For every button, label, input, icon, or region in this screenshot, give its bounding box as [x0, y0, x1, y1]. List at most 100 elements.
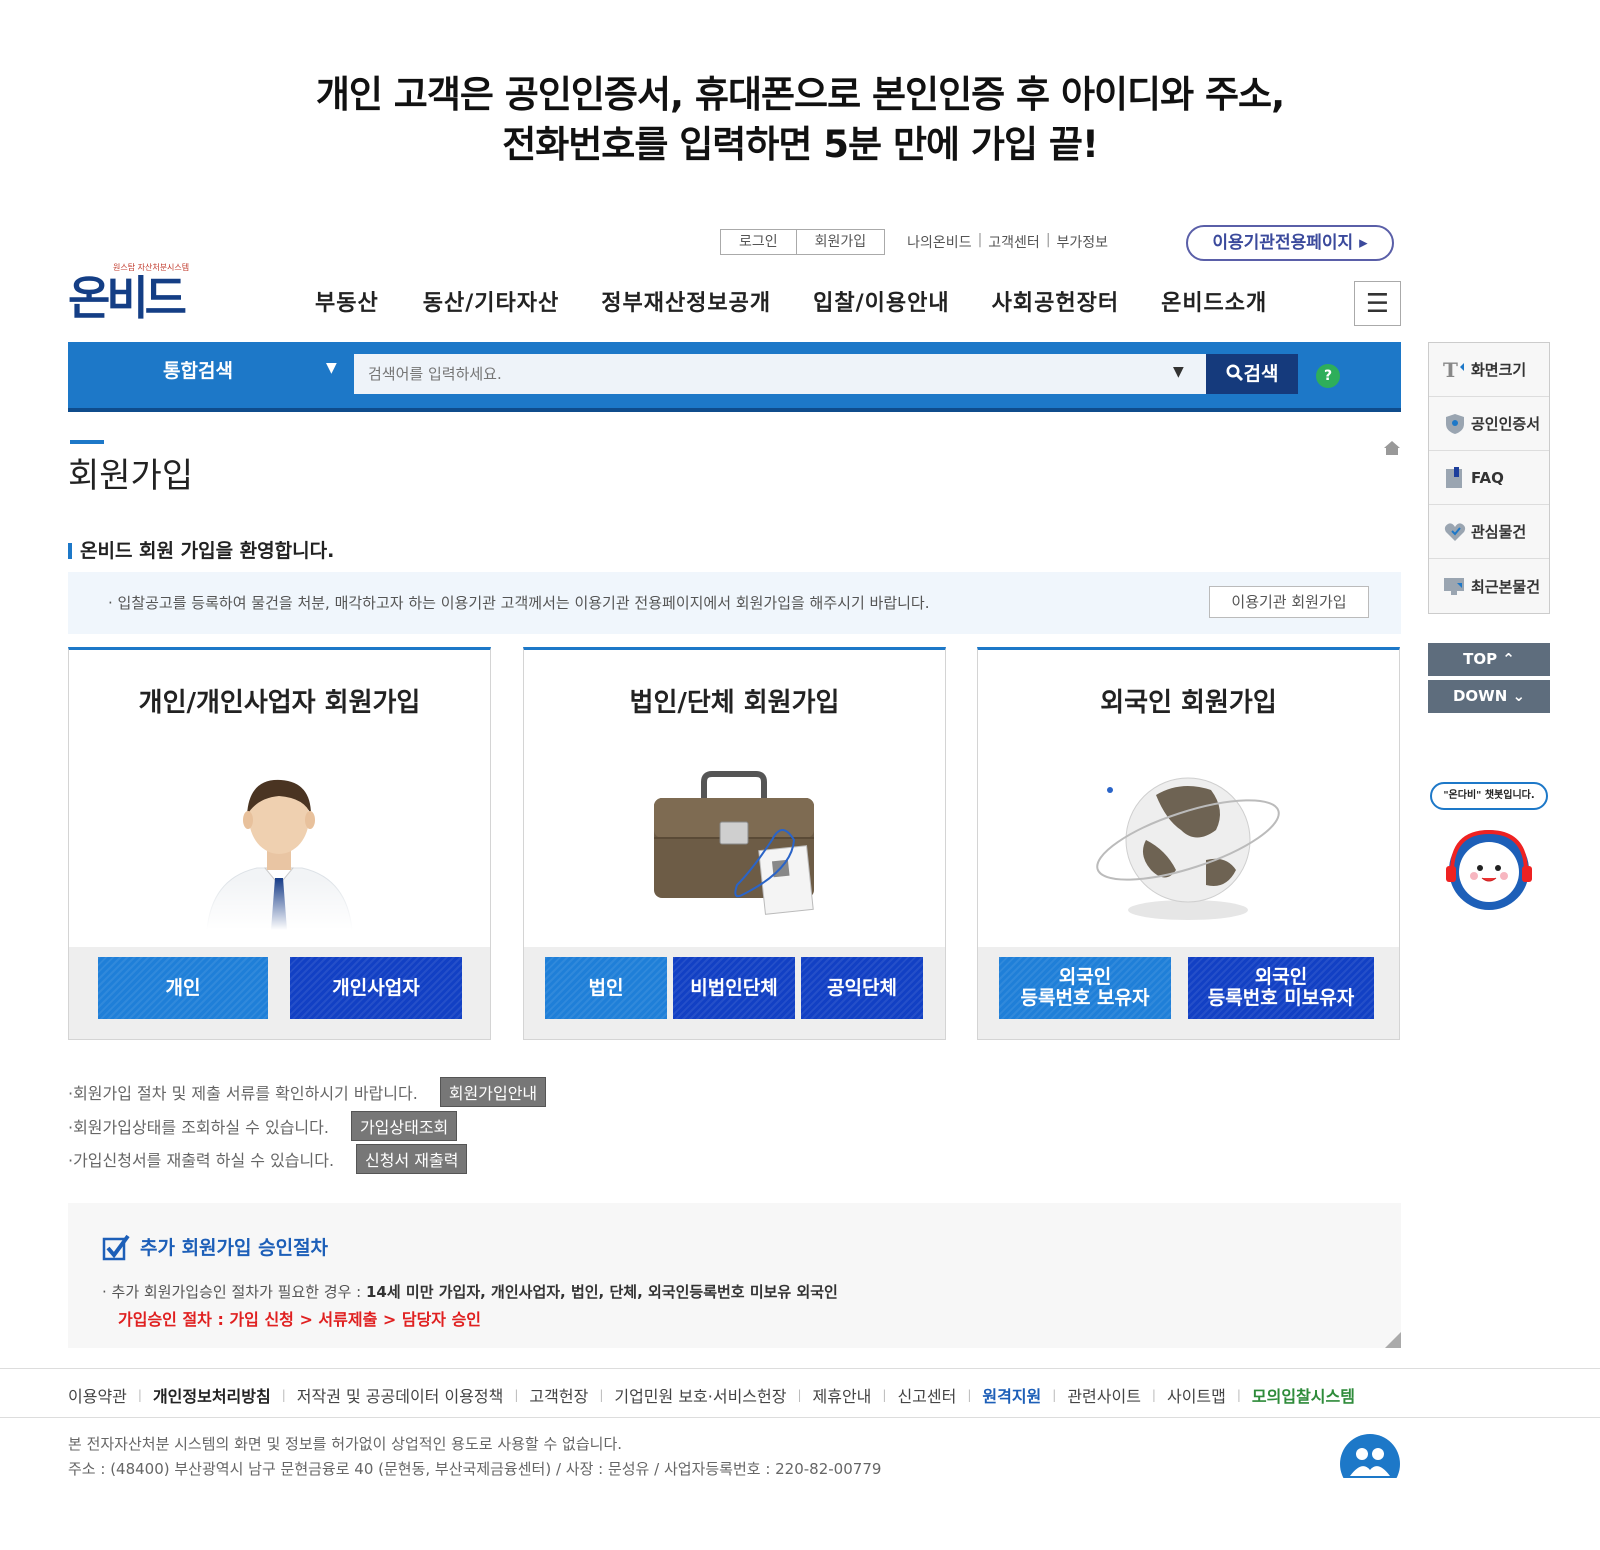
card-buttons: 개인 개인사업자 [69, 947, 490, 1039]
additional-approval-title: 추가 회원가입 승인절차 [140, 1237, 329, 1259]
customer-center-link[interactable]: 고객센터 [988, 232, 1040, 252]
card-title: 개인/개인사업자 회원가입 [138, 688, 421, 718]
info-text: ·회원가입상태를 조회하실 수 있습니다. [68, 1118, 329, 1137]
org-join-button[interactable]: 이용기관 회원가입 [1209, 586, 1369, 618]
additional-approval-desc: · 추가 회원가입승인 절차가 필요한 경우 : 14세 미만 가입자, 개인사… [102, 1283, 838, 1301]
quick-menu: T 화면크기 공인인증서 FAQ 관심물건 최근본물건 [1428, 342, 1550, 614]
public-interest-group-button[interactable]: 공익단체 [801, 957, 923, 1019]
card-individual: 개인/개인사업자 회원가입 개인 개인사업자 [68, 647, 491, 1040]
corporation-button[interactable]: 법인 [545, 957, 667, 1019]
main-nav: 부동산 동산/기타자산 정부재산정보공개 입찰/이용안내 사회공헌장터 온비드소… [315, 285, 1267, 317]
footer-link-charter[interactable]: 고객헌장 [529, 1383, 588, 1407]
heart-check-icon [1443, 521, 1467, 543]
headline-line1: 개인 고객은 공인인증서, 휴대폰으로 본인인증 후 아이디와 주소, [315, 73, 1285, 116]
quick-recent[interactable]: 최근본물건 [1429, 559, 1549, 613]
welcome-heading: 온비드 회원 가입을 환영합니다. [68, 536, 334, 563]
book-icon [1443, 466, 1467, 489]
card-buttons: 법인 비법인단체 공익단체 [524, 947, 945, 1039]
hamburger-menu-icon[interactable]: ☰ [1354, 281, 1401, 326]
individual-business-button[interactable]: 개인사업자 [290, 957, 462, 1019]
org-page-button[interactable]: 이용기관전용페이지 ▸ [1186, 225, 1394, 261]
info-line-reprint: ·가입신청서를 재출력 하실 수 있습니다. 신청서 재출력 [68, 1144, 468, 1174]
reprint-application-button[interactable]: 신청서 재출력 [356, 1144, 468, 1174]
footer-link-terms[interactable]: 이용약관 [68, 1383, 127, 1407]
util-links: 나의온비드 | 고객센터 | 부가정보 [907, 232, 1109, 252]
kamco-logo-icon [1340, 1434, 1400, 1478]
approval-steps: 가입승인 절차 : 가입 신청 > 서류제출 > 담당자 승인 [118, 1310, 482, 1329]
nav-social-market[interactable]: 사회공헌장터 [992, 285, 1119, 317]
search-input[interactable] [354, 354, 1206, 394]
quick-faq[interactable]: FAQ [1429, 451, 1549, 505]
checkbox-check-icon [102, 1234, 130, 1261]
card-title: 법인/단체 회원가입 [629, 688, 840, 718]
quick-interest[interactable]: 관심물건 [1429, 505, 1549, 559]
onbid-logo[interactable]: 온비드 원스탑 자산처분시스템 [68, 258, 200, 325]
login-join-box: 로그인 회원가입 [720, 229, 886, 255]
footer-link-copyright[interactable]: 저작권 및 공공데이터 이용정책 [297, 1383, 504, 1407]
join-guide-button[interactable]: 회원가입안내 [439, 1077, 547, 1107]
individual-button[interactable]: 개인 [98, 957, 268, 1019]
org-notice-box: · 입찰공고를 등록하여 물건을 처분, 매각하고자 하는 이용기관 고객께서는… [68, 572, 1401, 634]
unincorporated-group-button[interactable]: 비법인단체 [673, 957, 795, 1019]
card-corporation: 법인/단체 회원가입 법인 비법인단체 공익단체 [523, 647, 946, 1040]
card-buttons: 외국인 등록번호 보유자 외국인 등록번호 미보유자 [978, 947, 1399, 1039]
footer-link-report[interactable]: 신고센터 [897, 1383, 956, 1407]
logo-subtext: 원스탑 자산처분시스템 [113, 263, 190, 272]
footer-link-partnership[interactable]: 제휴안내 [813, 1383, 872, 1407]
search-icon [1226, 364, 1243, 382]
footer-link-privacy[interactable]: 개인정보처리방침 [153, 1383, 271, 1407]
join-status-button[interactable]: 가입상태조회 [350, 1111, 458, 1141]
scroll-top-button[interactable]: TOP ⌃ [1428, 643, 1550, 676]
org-notice-text: · 입찰공고를 등록하여 물건을 처분, 매각하고자 하는 이용기관 고객께서는… [108, 594, 930, 612]
company-address: 주소 : (48400) 부산광역시 남구 문현금융로 40 (문현동, 부산국… [68, 1460, 882, 1478]
search-button[interactable]: 검색 [1206, 354, 1298, 394]
search-dropdown-icon[interactable]: ▼ [1173, 364, 1184, 380]
search-category-select[interactable]: 통합검색 [163, 356, 233, 383]
home-icon[interactable] [1384, 441, 1400, 455]
chatbot-mascot-icon [1446, 829, 1532, 910]
info-line-status: ·회원가입상태를 조회하실 수 있습니다. 가입상태조회 [68, 1111, 458, 1141]
footer-link-mock-bid[interactable]: 모의입찰시스템 [1252, 1383, 1355, 1407]
nav-about[interactable]: 온비드소개 [1161, 285, 1267, 317]
nav-bidding-guide[interactable]: 입찰/이용안내 [813, 285, 949, 317]
info-line-guide: ·회원가입 절차 및 제출 서류를 확인하시기 바랍니다. 회원가입안내 [68, 1077, 547, 1107]
nav-movables[interactable]: 동산/기타자산 [423, 285, 559, 317]
chevron-down-icon[interactable]: ▼ [326, 360, 337, 376]
quick-certificate[interactable]: 공인인증서 [1429, 397, 1549, 451]
my-onbid-link[interactable]: 나의온비드 [907, 232, 971, 252]
footer-link-sitemap[interactable]: 사이트맵 [1167, 1383, 1226, 1407]
scroll-down-button[interactable]: DOWN ⌄ [1428, 680, 1550, 713]
join-link[interactable]: 회원가입 [795, 230, 885, 254]
person-icon [177, 760, 382, 930]
monitor-icon [1443, 575, 1467, 597]
font-size-icon: T [1443, 358, 1467, 382]
headline-line2: 전화번호를 입력하면 5분 만에 가입 끝! [502, 123, 1099, 166]
footer-link-civil-charter[interactable]: 기업민원 보호·서비스헌장 [614, 1383, 786, 1407]
title-accent [70, 440, 104, 444]
login-link[interactable]: 로그인 [721, 230, 796, 254]
additional-approval-box: 추가 회원가입 승인절차 · 추가 회원가입승인 절차가 필요한 경우 : 14… [68, 1203, 1401, 1348]
extra-info-link[interactable]: 부가정보 [1057, 232, 1109, 252]
svg-text:T: T [1443, 359, 1458, 381]
foreigner-without-id-button[interactable]: 외국인 등록번호 미보유자 [1188, 957, 1374, 1019]
chatbot-bubble: "온다비" 챗봇입니다. [1430, 782, 1548, 810]
corner-mark [1385, 1332, 1401, 1348]
utility-bar: 로그인 회원가입 나의온비드 | 고객센터 | 부가정보 [720, 228, 1108, 256]
shield-icon [1443, 413, 1467, 435]
chatbot-widget[interactable]: "온다비" 챗봇입니다. [1428, 780, 1550, 920]
briefcase-icon [654, 771, 814, 915]
foreigner-with-id-button[interactable]: 외국인 등록번호 보유자 [999, 957, 1171, 1019]
card-title: 외국인 회원가입 [1100, 688, 1277, 718]
info-text: ·가입신청서를 재출력 하실 수 있습니다. [68, 1151, 335, 1170]
footer-link-related[interactable]: 관련사이트 [1067, 1383, 1141, 1407]
info-text: ·회원가입 절차 및 제출 서류를 확인하시기 바랍니다. [68, 1084, 418, 1103]
footer-link-remote[interactable]: 원격지원 [982, 1383, 1041, 1407]
globe-icon [1096, 777, 1280, 920]
card-foreigner: 외국인 회원가입 외국인 등록번호 보유자 외국인 등록번호 미보유자 [977, 647, 1400, 1040]
search-button-label: 검색 [1243, 363, 1279, 385]
nav-real-estate[interactable]: 부동산 [315, 285, 379, 317]
nav-gov-property[interactable]: 정부재산정보공개 [601, 285, 771, 317]
help-icon[interactable]: ? [1316, 364, 1340, 388]
search-bar: 통합검색 ▼ ▼ 검색 ? [68, 342, 1401, 412]
quick-font-size[interactable]: T 화면크기 [1429, 343, 1549, 397]
